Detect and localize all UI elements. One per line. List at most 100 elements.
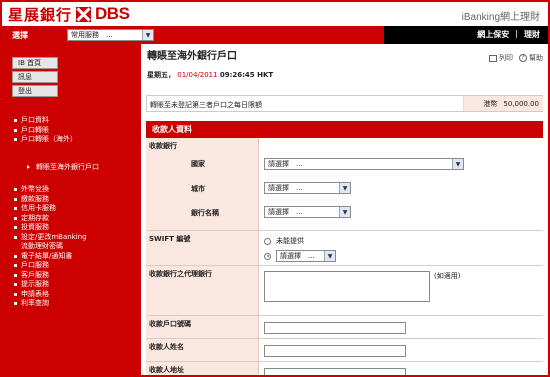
sidebar-item-mbanking-cont[interactable]: 流動理財密碼 — [14, 242, 87, 252]
sidebar-item-overseas-transfer[interactable]: 戶口轉賬（海外） — [14, 135, 77, 145]
print-label: 列印 — [499, 54, 513, 62]
select-label: 選擇 — [12, 30, 28, 40]
messages-button[interactable]: 訊息 — [12, 71, 58, 83]
sidebar-item-mbanking[interactable]: 設定/更改mBanking — [14, 233, 87, 243]
sidebar-item-investment[interactable]: 投資服務 — [14, 223, 87, 233]
sidebar-item-customer-services[interactable]: 客戶服務 — [14, 271, 87, 281]
sidebar-item-label: 定期存款 — [21, 213, 49, 222]
sidebar-item-alerts[interactable]: 提示服務 — [14, 280, 87, 290]
wealth-link[interactable]: 理財 — [524, 29, 540, 40]
swift-select-option[interactable]: 請選擇 ... ▼ — [264, 250, 336, 262]
sidebar-item-rates[interactable]: 利率查詢 — [14, 299, 87, 309]
chevron-down-icon: ▼ — [452, 159, 463, 169]
logout-button[interactable]: 登出 — [12, 85, 58, 97]
sidebar-item-label: 戶口服務 — [21, 261, 49, 269]
ibanking-brand: iBanking網上理財 — [461, 12, 540, 23]
agent-bank-values: (如適用) — [260, 266, 543, 315]
bullet-icon — [14, 235, 17, 239]
sidebar-item-fx[interactable]: 外幣兌換 — [14, 185, 87, 195]
account-values — [260, 316, 543, 338]
swift-values: 未能提供 請選擇 ... ▼ — [260, 231, 543, 265]
swift-select-value: 請選擇 ... — [280, 252, 315, 260]
chevron-down-icon: ▼ — [339, 183, 350, 193]
daily-limit-box: 轉賬至未登記第三者戶口之每日限額 港幣 50,000.00 — [146, 95, 543, 112]
sidebar-item-account-services[interactable]: 戶口服務 — [14, 261, 87, 271]
bullet-icon — [14, 254, 17, 258]
agent-bank-label: 收款銀行之代理銀行 — [149, 270, 212, 278]
limit-currency: 港幣 — [483, 99, 498, 108]
page-tools: 列印 ? 幫助 — [489, 53, 543, 63]
swift-select[interactable]: 請選擇 ... ▼ — [276, 250, 336, 262]
security-link[interactable]: 網上保安 — [477, 29, 509, 40]
country-label: 國家 — [191, 160, 205, 168]
sidebar-item-label: 客戶服務 — [21, 270, 49, 279]
logo-english: DBS — [95, 4, 130, 23]
account-label: 收款戶口號碼 — [149, 320, 191, 328]
payee-address-input[interactable] — [264, 368, 406, 375]
swift-option-label: 未能提供 — [276, 237, 304, 245]
sidebar-item-estatement[interactable]: 電子結單/通知書 — [14, 252, 87, 262]
main-content: 轉賬至海外銀行戶口 列印 ? 幫助 星期五， 01/04/2011 09:26:4… — [141, 44, 548, 375]
agent-bank-label-cell: 收款銀行之代理銀行 — [146, 266, 259, 315]
daily-limit-value: 港幣 50,000.00 — [463, 96, 543, 111]
sidebar-subitem-overseas-bank[interactable]: 轉賬至海外銀行戶口 — [27, 162, 99, 172]
sidebar-item-label: 投資服務 — [21, 223, 49, 231]
help-label: 幫助 — [529, 54, 543, 62]
city-label: 城市 — [191, 185, 205, 193]
sidebar-item-label: 外幣兌換 — [21, 185, 49, 193]
account-number-input[interactable] — [264, 322, 406, 334]
sidebar-item-time-deposit[interactable]: 定期存款 — [14, 214, 87, 224]
agent-bank-textarea[interactable] — [264, 271, 430, 302]
city-select[interactable]: 請選擇 ... ▼ — [264, 182, 351, 194]
sidebar-item-account-info[interactable]: 戶口資料 — [14, 116, 77, 126]
payee-name-label-cell: 收款人姓名 — [146, 339, 259, 361]
city-select-value: 請選擇 ... — [268, 184, 303, 192]
ib-home-button[interactable]: IB 首頁 — [12, 57, 58, 69]
bank-label: 收款銀行 — [149, 142, 177, 150]
help-button[interactable]: ? 幫助 — [519, 53, 543, 63]
sidebar-item-account-transfer[interactable]: 戶口轉賬 — [14, 126, 77, 136]
swift-label-cell: SWIFT 編號 — [146, 231, 259, 265]
triangle-right-icon — [27, 165, 30, 169]
sidebar-item-credit-card[interactable]: 信用卡服務 — [14, 204, 87, 214]
account-row: 收款戶口號碼 — [146, 316, 543, 339]
common-services-select[interactable]: 常用服務 ... ▼ — [67, 29, 154, 41]
sidebar-menu-top: 戶口資料 戶口轉賬 戶口轉賬（海外） — [14, 116, 77, 145]
nav-links: 網上保安 | 理財 — [477, 29, 540, 40]
payee-name-values — [260, 339, 543, 361]
bank-name-select[interactable]: 請選擇 ... ▼ — [264, 206, 351, 218]
daily-limit-label: 轉賬至未登記第三者戶口之每日限額 — [150, 101, 262, 109]
if-applicable-note: (如適用) — [434, 272, 461, 280]
chevron-down-icon: ▼ — [324, 251, 335, 261]
bullet-icon — [14, 138, 17, 142]
swift-row: SWIFT 編號 未能提供 請選擇 ... ▼ — [146, 231, 543, 266]
payee-name-label: 收款人姓名 — [149, 343, 184, 351]
common-services-value: 常用服務 ... — [71, 31, 113, 39]
payee-name-row: 收款人姓名 — [146, 339, 543, 362]
swift-not-available-option[interactable]: 未能提供 — [264, 236, 304, 246]
sidebar-item-label: 信用卡服務 — [21, 204, 56, 212]
bullet-icon — [14, 273, 17, 277]
limit-amount: 50,000.00 — [503, 99, 539, 108]
sidebar-item-label: 戶口資料 — [21, 116, 49, 124]
dbs-x-icon — [76, 6, 92, 22]
sidebar-item-forms[interactable]: 申請表格 — [14, 290, 87, 300]
bullet-icon — [14, 207, 17, 211]
sidebar-item-label: 提示服務 — [21, 280, 49, 288]
dbs-logo[interactable]: 星展銀行 DBS — [8, 4, 130, 24]
sidebar-item-label: 戶口轉賬 — [21, 125, 49, 134]
account-label-cell: 收款戶口號碼 — [146, 316, 259, 338]
payee-name-input[interactable] — [264, 345, 406, 357]
country-select[interactable]: 請選擇 ... ▼ — [264, 158, 464, 170]
sidebar-item-payment[interactable]: 繳款服務 — [14, 195, 87, 205]
nav-separator: | — [515, 29, 518, 38]
section-header: 收款人資料 — [146, 121, 543, 138]
print-button[interactable]: 列印 — [489, 53, 513, 63]
date-time: 星期五， 01/04/2011 09:26:45 HKT — [147, 70, 273, 80]
chevron-down-icon: ▼ — [339, 207, 350, 217]
payee-address-values — [260, 362, 543, 375]
bank-name-select-value: 請選擇 ... — [268, 208, 303, 216]
bullet-icon — [14, 216, 17, 220]
date: 01/04/2011 — [177, 71, 218, 79]
chevron-down-icon: ▼ — [142, 30, 153, 40]
